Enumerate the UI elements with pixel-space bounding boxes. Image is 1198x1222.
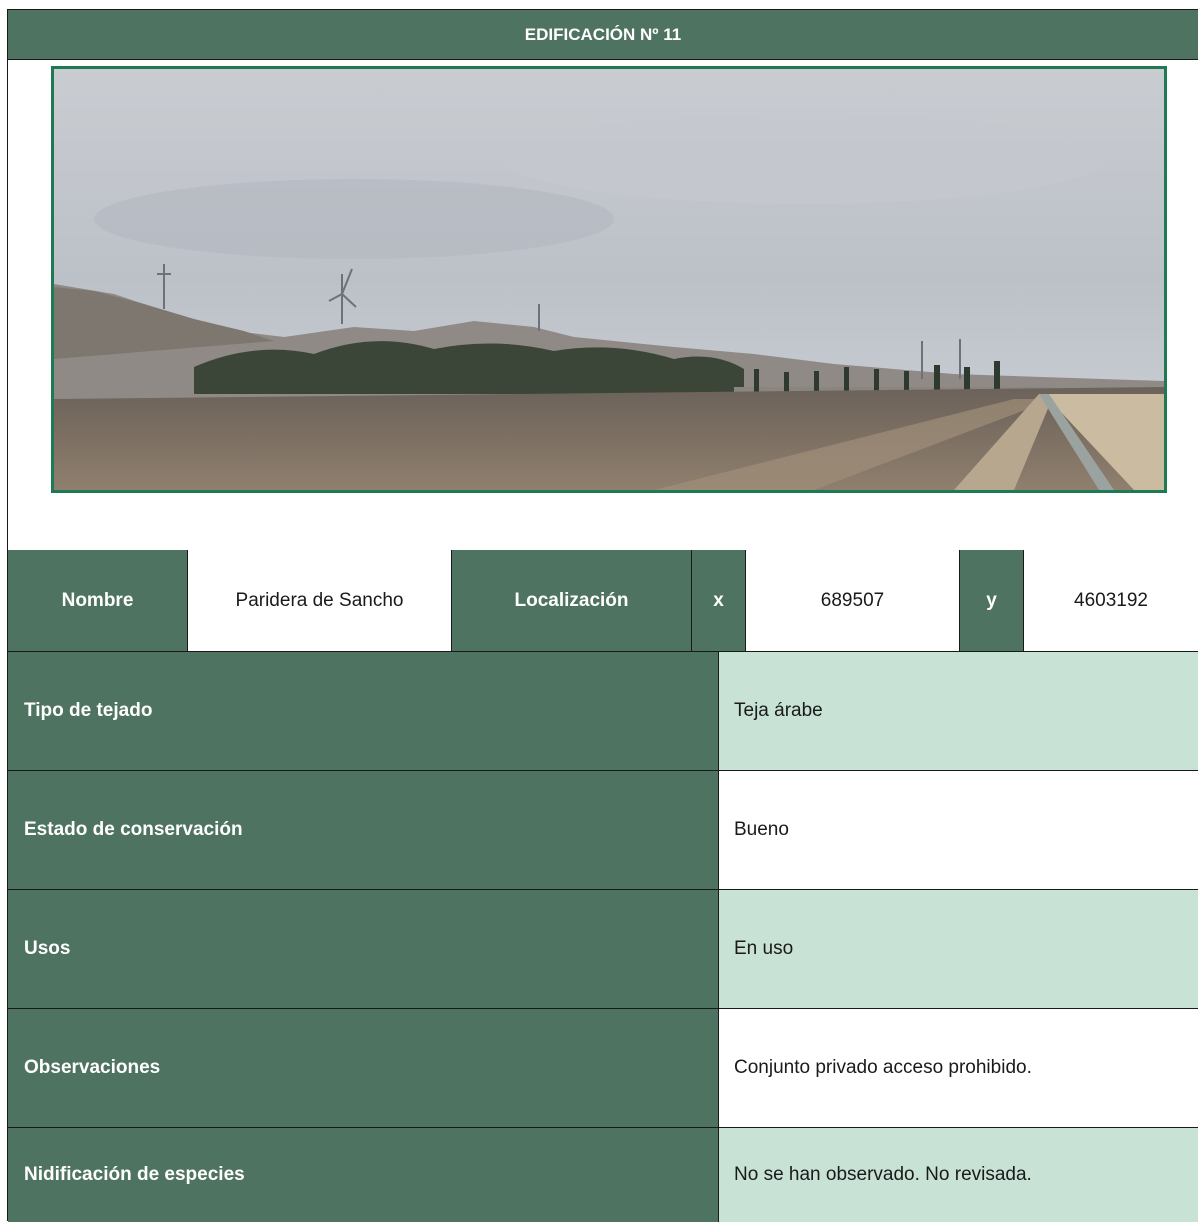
field-value: No se han observado. No revisada.	[719, 1128, 1198, 1222]
field-label: Tipo de tejado	[8, 652, 719, 771]
field-row-conservation: Estado de conservación Bueno	[8, 771, 1198, 890]
field-row-uses: Usos En uso	[8, 890, 1198, 1009]
field-row-observations: Observaciones Conjunto privado acceso pr…	[8, 1009, 1198, 1128]
location-label: Localización	[452, 550, 692, 652]
landscape-photo	[51, 66, 1167, 493]
field-value: Conjunto privado acceso prohibido.	[719, 1009, 1198, 1128]
x-coordinate-value: 689507	[746, 550, 960, 652]
y-coordinate-label: y	[960, 550, 1024, 652]
field-value: En uso	[719, 890, 1198, 1009]
identification-row: Nombre Paridera de Sancho Localización x…	[8, 550, 1198, 652]
y-coordinate-value: 4603192	[1024, 550, 1198, 652]
name-value: Paridera de Sancho	[188, 550, 452, 652]
field-value: Bueno	[719, 771, 1198, 890]
field-label: Observaciones	[8, 1009, 719, 1128]
field-label: Estado de conservación	[8, 771, 719, 890]
field-row-roof-type: Tipo de tejado Teja árabe	[8, 652, 1198, 771]
photo-cell	[8, 60, 1198, 557]
field-label: Usos	[8, 890, 719, 1009]
name-label: Nombre	[8, 550, 188, 652]
building-record-sheet: EDIFICACIÓN Nº 11 Nombre Paridera de San…	[7, 9, 1198, 1222]
field-label: Nidificación de especies	[8, 1128, 719, 1222]
x-coordinate-label: x	[692, 550, 746, 652]
field-row-nesting: Nidificación de especies No se han obser…	[8, 1128, 1198, 1222]
landscape-photo-icon	[54, 69, 1164, 490]
record-title: EDIFICACIÓN Nº 11	[8, 10, 1198, 60]
field-value: Teja árabe	[719, 652, 1198, 771]
